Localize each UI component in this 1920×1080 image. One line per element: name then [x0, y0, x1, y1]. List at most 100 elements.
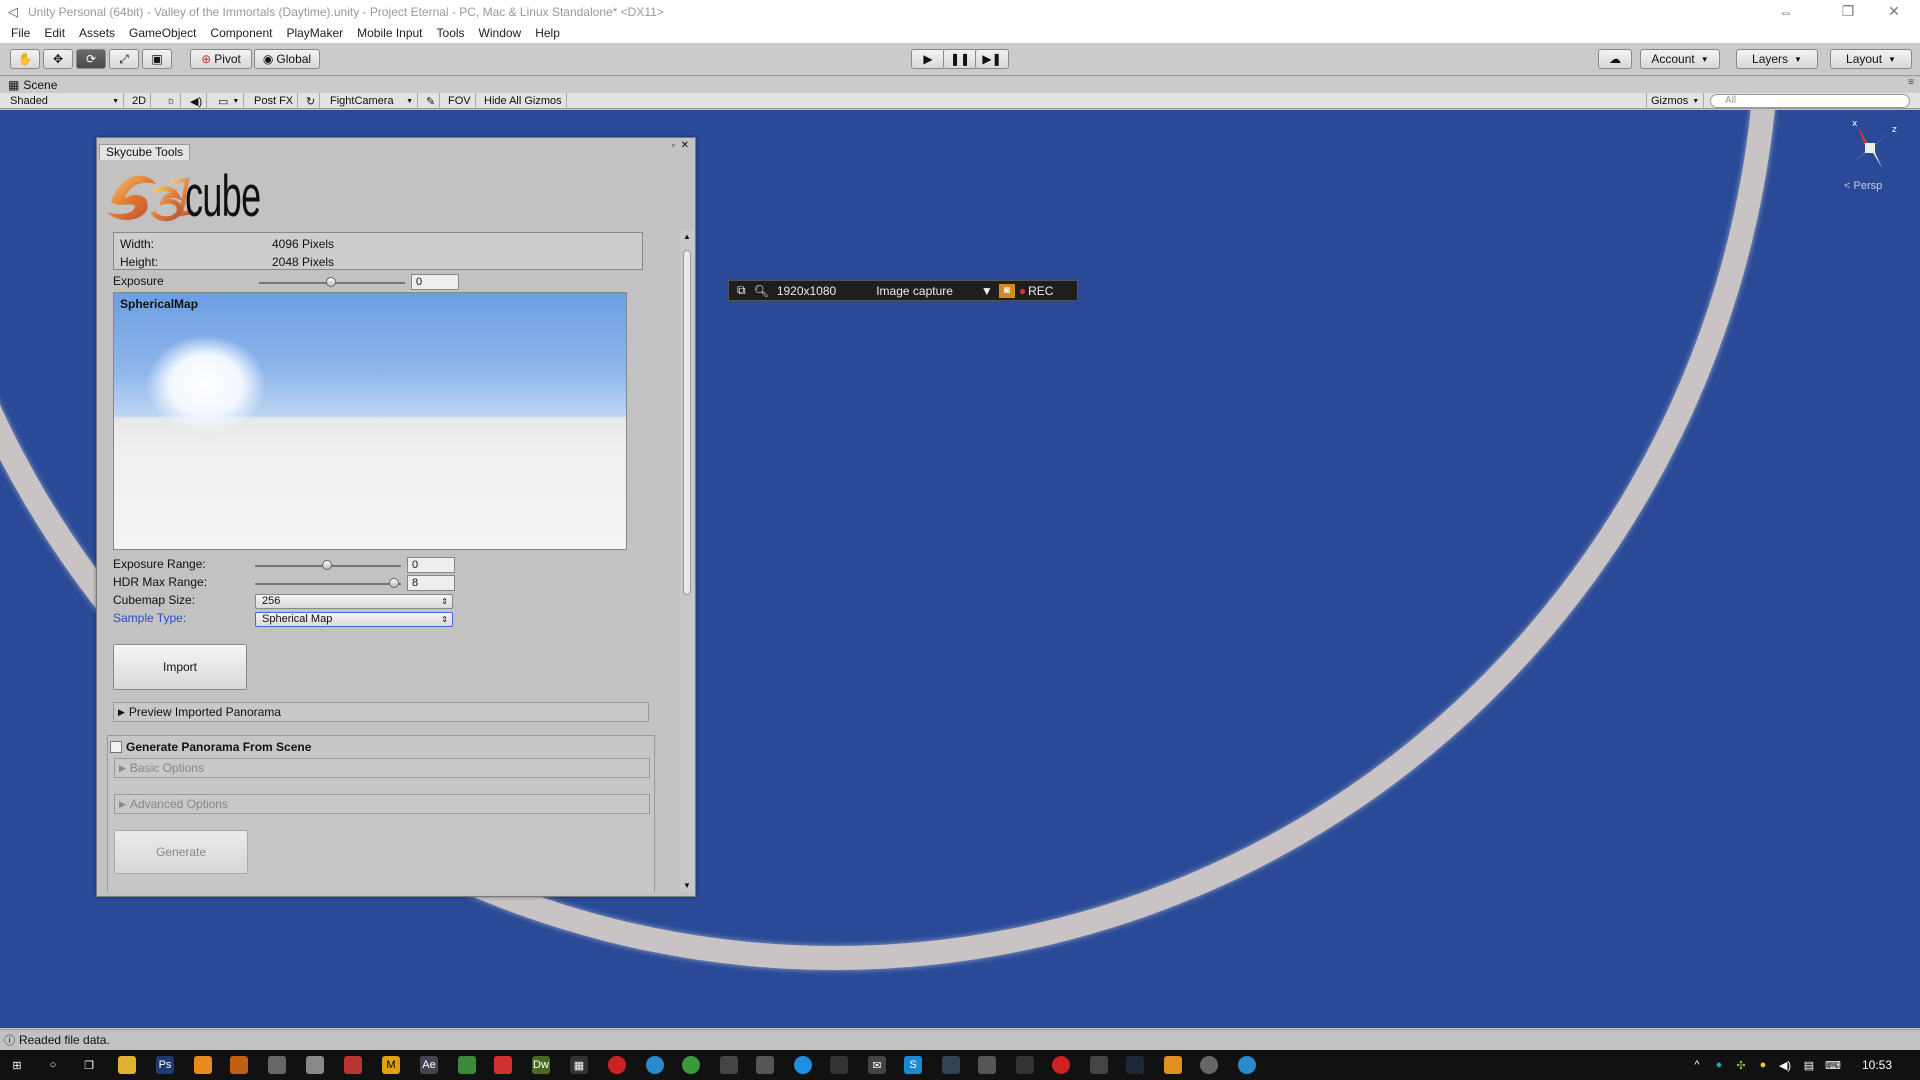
maximize-icon[interactable]: ▫ [672, 140, 675, 150]
volume-icon[interactable]: ◀) [1776, 1056, 1794, 1074]
minimize-icon[interactable]: ⇔ [1764, 0, 1808, 23]
app-icon[interactable] [1052, 1056, 1070, 1074]
tab-scene[interactable]: ▦ Scene [8, 78, 57, 92]
move-tool-icon[interactable]: ✥ [43, 49, 73, 69]
orientation-gizmo[interactable]: x z < Persp [1840, 118, 1900, 198]
app-icon[interactable]: M [382, 1056, 400, 1074]
chrome-icon[interactable] [682, 1056, 700, 1074]
mail-icon[interactable]: ✉ [868, 1056, 886, 1074]
windows-start-icon[interactable]: ⊞ [8, 1056, 26, 1074]
tab-menu-icon[interactable]: ≡ [1908, 77, 1914, 88]
tray-chevron-icon[interactable]: ^ [1688, 1056, 1706, 1074]
scroll-up-icon[interactable]: ▲ [683, 232, 691, 241]
pause-button[interactable]: ❚❚ [943, 49, 977, 69]
menu-file[interactable]: File [4, 26, 37, 40]
tab-skycube-tools[interactable]: Skycube Tools [99, 144, 191, 160]
menu-assets[interactable]: Assets [72, 26, 122, 40]
app-icon[interactable] [194, 1056, 212, 1074]
app-icon[interactable] [458, 1056, 476, 1074]
capture-mode[interactable]: Image capture [876, 284, 953, 298]
window-icon[interactable]: ⧉ [737, 283, 746, 298]
gizmos-dropdown[interactable]: Gizmos ▼ [1646, 93, 1705, 109]
camera-settings-button[interactable]: ✎ [422, 93, 441, 109]
tray-app-icon[interactable]: ● [1710, 1056, 1728, 1074]
scroll-thumb[interactable] [683, 250, 691, 595]
global-button[interactable]: ◉ Global [254, 49, 320, 69]
hdr-max-field[interactable]: 8 [407, 575, 455, 591]
lighting-toggle[interactable]: ☼ [162, 93, 182, 109]
rec-button[interactable]: REC [1028, 284, 1053, 298]
calculator-icon[interactable]: ▦ [570, 1056, 588, 1074]
notification-icon[interactable]: ▤ [1800, 1056, 1818, 1074]
unity-icon[interactable] [978, 1056, 996, 1074]
rect-tool-icon[interactable]: ▣ [142, 49, 172, 69]
exposure-range-slider-handle[interactable] [322, 560, 332, 570]
zoom-icon[interactable]: 🔍︎ [754, 284, 769, 298]
account-dropdown[interactable]: Account ▼ [1640, 49, 1720, 69]
hide-gizmos-toggle[interactable]: Hide All Gizmos [480, 93, 567, 109]
unity-icon[interactable] [1200, 1056, 1218, 1074]
photoshop-icon[interactable]: Ps [156, 1056, 174, 1074]
close-icon[interactable]: ✕ [681, 140, 689, 151]
sample-type-select[interactable]: Spherical Map ⇕ [255, 612, 453, 627]
app-icon[interactable] [756, 1056, 774, 1074]
close-icon[interactable]: ✕ [1872, 0, 1916, 23]
cubemap-size-select[interactable]: 256 ⇕ [255, 594, 453, 609]
pivot-button[interactable]: ⊕ Pivot [190, 49, 252, 69]
effects-dropdown[interactable]: ▭ ▼ [214, 93, 245, 109]
file-explorer-icon[interactable] [118, 1056, 136, 1074]
app-icon[interactable] [608, 1056, 626, 1074]
menu-window[interactable]: Window [472, 26, 529, 40]
advanced-options-foldout[interactable]: ▶ Advanced Options [114, 794, 650, 814]
scale-tool-icon[interactable]: ⤢ [109, 49, 139, 69]
app-icon[interactable] [1016, 1056, 1034, 1074]
scene-search-input[interactable]: All [1710, 94, 1910, 108]
hand-tool-icon[interactable]: ✋ [10, 49, 40, 69]
exposure-range-field[interactable]: 0 [407, 557, 455, 573]
cortana-icon[interactable]: ○ [44, 1056, 62, 1074]
step-button[interactable]: ▶❚ [975, 49, 1009, 69]
layers-dropdown[interactable]: Layers ▼ [1736, 49, 1818, 69]
cloud-button[interactable]: ☁ [1598, 49, 1632, 69]
taskbar-clock[interactable]: 10:53 [1862, 1058, 1892, 1072]
app-icon[interactable] [1090, 1056, 1108, 1074]
menu-help[interactable]: Help [528, 26, 567, 40]
rotate-tool-icon[interactable]: ⟳ [76, 49, 106, 69]
import-button[interactable]: Import [113, 644, 247, 690]
camera-icon[interactable]: ◙ [998, 283, 1015, 298]
steam-icon[interactable] [1126, 1056, 1144, 1074]
generate-panorama-checkbox[interactable] [110, 741, 122, 753]
app-icon[interactable]: Ae [420, 1056, 438, 1074]
menu-component[interactable]: Component [203, 26, 279, 40]
projection-label[interactable]: < Persp [1844, 180, 1882, 192]
tray-app-icon[interactable]: ✣ [1732, 1056, 1750, 1074]
app-icon[interactable] [344, 1056, 362, 1074]
app-icon[interactable] [268, 1056, 286, 1074]
keyboard-icon[interactable]: ⌨ [1824, 1056, 1842, 1074]
task-view-icon[interactable]: ❐ [80, 1056, 98, 1074]
skype-icon[interactable]: S [904, 1056, 922, 1074]
app-icon[interactable]: Dw [532, 1056, 550, 1074]
app-icon[interactable] [942, 1056, 960, 1074]
skycube-scrollbar[interactable]: ▲ ▼ [680, 230, 694, 892]
app-icon[interactable] [720, 1056, 738, 1074]
fov-toggle[interactable]: FOV [444, 93, 476, 109]
refresh-button[interactable]: ↻ [302, 93, 321, 109]
app-icon[interactable] [230, 1056, 248, 1074]
app-icon[interactable] [494, 1056, 512, 1074]
postfx-toggle[interactable]: Post FX [250, 93, 299, 109]
app-icon[interactable] [794, 1056, 812, 1074]
app-icon[interactable] [830, 1056, 848, 1074]
exposure-field[interactable]: 0 [411, 274, 459, 290]
menu-edit[interactable]: Edit [37, 26, 72, 40]
chevron-down-icon[interactable]: ▼ [981, 284, 993, 298]
tray-app-icon[interactable]: ● [1754, 1056, 1772, 1074]
app-icon[interactable] [306, 1056, 324, 1074]
capture-resolution[interactable]: 1920x1080 [777, 284, 836, 298]
app-icon[interactable] [1164, 1056, 1182, 1074]
hdr-max-slider[interactable] [255, 583, 401, 585]
menu-playmaker[interactable]: PlayMaker [279, 26, 350, 40]
audio-toggle[interactable]: ◀) [186, 93, 208, 109]
exposure-slider-handle[interactable] [326, 277, 336, 287]
menu-tools[interactable]: Tools [430, 26, 472, 40]
